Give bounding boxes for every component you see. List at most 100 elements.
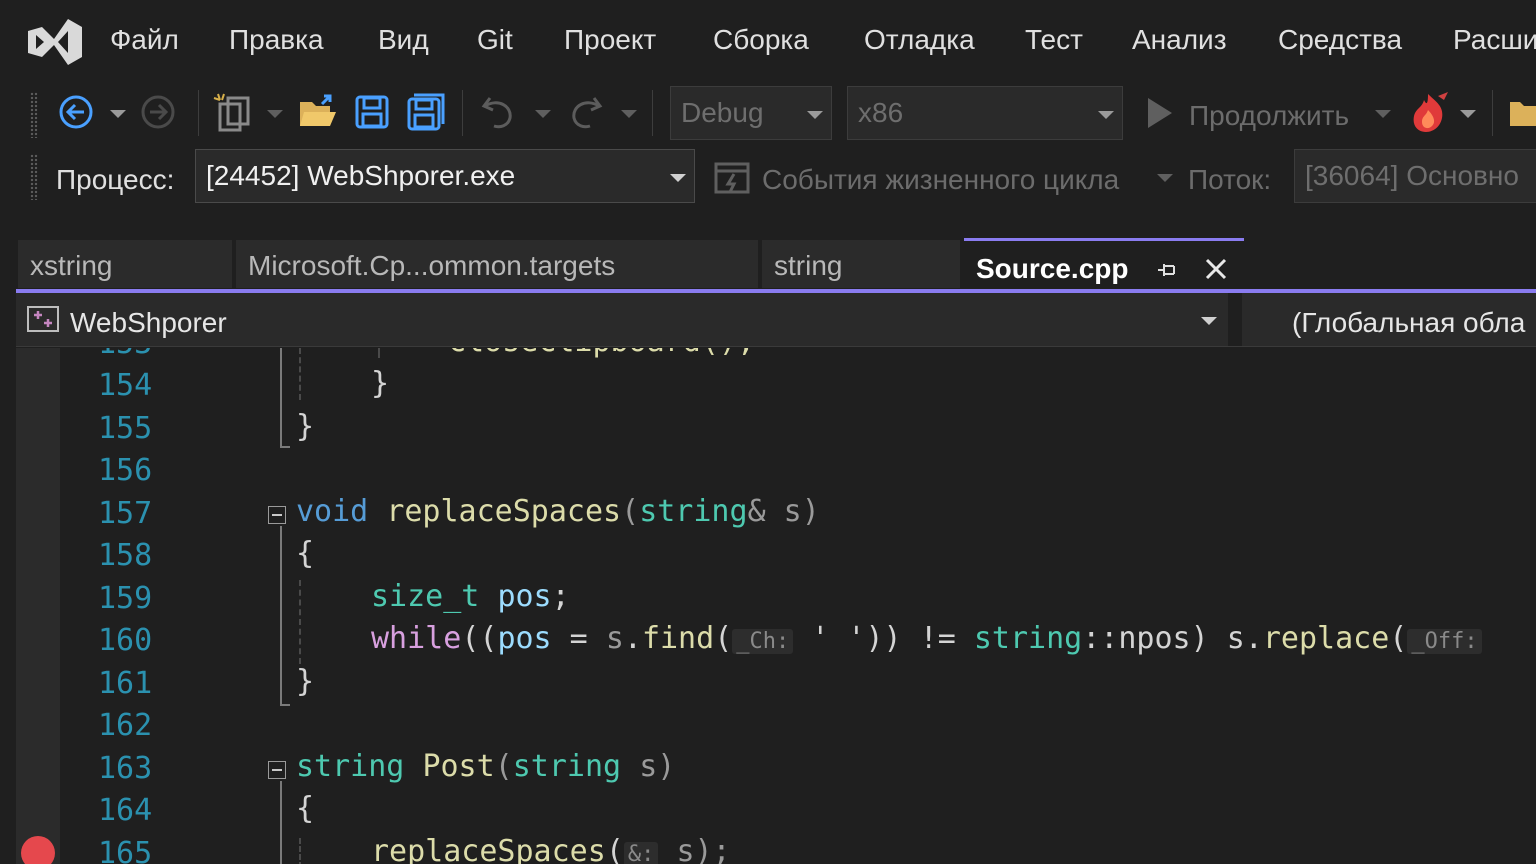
- outline-bracket: [280, 526, 282, 704]
- tab-label: Microsoft.Cp...ommon.targets: [248, 250, 616, 281]
- code-line-161: }: [296, 664, 314, 699]
- navigation-bar: WebShporer (Глобальная обла: [16, 293, 1536, 347]
- debug-location-toolbar: Процесс: [24452] WebShporer.exe События …: [0, 146, 1536, 212]
- code-token: size_t: [371, 579, 480, 614]
- toolbar-grip[interactable]: [30, 92, 38, 138]
- cpp-project-icon: [27, 306, 59, 332]
- code-token: replaceSpaces: [371, 834, 606, 864]
- code-token: {: [296, 791, 315, 826]
- code-line-165: replaceSpaces(&: s);: [371, 834, 731, 864]
- back-arrow-icon[interactable]: [58, 94, 94, 130]
- chevron-down-icon: [1201, 317, 1217, 325]
- inline-parameter-hint: _Ch:: [732, 629, 794, 654]
- menu-extensions[interactable]: Расши: [1453, 24, 1536, 56]
- line-number: 161: [98, 666, 153, 701]
- tab-label: xstring: [30, 250, 113, 281]
- process-dropdown[interactable]: [24452] WebShporer.exe: [195, 149, 695, 203]
- toolbar-separator: [462, 90, 463, 136]
- scope-dropdown[interactable]: (Глобальная обла: [1242, 293, 1536, 346]
- solution-configuration-dropdown[interactable]: Debug: [670, 86, 832, 140]
- menu-bar: Файл Правка Вид Git Проект Сборка Отладк…: [0, 0, 1536, 84]
- project-name: WebShporer: [70, 307, 227, 338]
- lifecycle-events-caret[interactable]: [1157, 174, 1173, 182]
- new-item-dropdown-caret[interactable]: [267, 110, 283, 118]
- navbar-divider: [1228, 293, 1242, 346]
- code-token: ' ': [811, 621, 866, 656]
- code-token: s);: [676, 834, 731, 864]
- continue-dropdown-caret[interactable]: [1375, 110, 1391, 118]
- collapse-region-icon[interactable]: [268, 506, 286, 524]
- thread-dropdown[interactable]: [36064] Основно: [1294, 149, 1536, 203]
- thread-label: Поток:: [1188, 164, 1272, 195]
- code-token: }: [371, 366, 390, 401]
- continue-button-label[interactable]: Продолжить: [1189, 100, 1349, 132]
- redo-dropdown-caret[interactable]: [621, 110, 637, 118]
- breakpoint-marker[interactable]: [21, 836, 55, 864]
- folder-icon[interactable]: [1508, 94, 1536, 130]
- tab-string[interactable]: string: [762, 240, 960, 288]
- menu-debug[interactable]: Отладка: [864, 24, 975, 56]
- collapse-region-icon[interactable]: [268, 761, 286, 779]
- undo-icon[interactable]: [480, 94, 518, 130]
- menu-project[interactable]: Проект: [564, 24, 656, 56]
- close-icon[interactable]: [1204, 257, 1228, 281]
- lifecycle-events-icon[interactable]: [714, 160, 750, 196]
- toolbar-separator: [1492, 90, 1493, 136]
- line-number: 157: [98, 496, 153, 531]
- code-token: pos: [497, 579, 552, 614]
- play-icon[interactable]: [1144, 96, 1174, 130]
- hot-reload-dropdown-caret[interactable]: [1460, 110, 1476, 118]
- code-token: {: [296, 536, 315, 571]
- tab-label: string: [774, 250, 843, 281]
- menu-view[interactable]: Вид: [378, 24, 429, 56]
- save-icon[interactable]: [354, 94, 390, 130]
- code-line-154: }: [371, 366, 389, 401]
- outline-bracket: [280, 348, 282, 446]
- solution-platform-dropdown[interactable]: x86: [847, 86, 1123, 140]
- hot-reload-flame-icon[interactable]: [1408, 90, 1452, 134]
- line-number: 164: [98, 793, 153, 828]
- toolbar-grip[interactable]: [30, 154, 38, 200]
- tab-microsoft-cpp-common-targets[interactable]: Microsoft.Cp...ommon.targets: [236, 240, 758, 288]
- code-line-153: CloseClipboard();: [448, 348, 755, 359]
- line-number: 153: [98, 348, 198, 361]
- lifecycle-events-label[interactable]: События жизненного цикла: [762, 164, 1119, 196]
- code-token: ) s.: [1190, 621, 1263, 656]
- code-token: }: [296, 409, 315, 444]
- menu-build[interactable]: Сборка: [713, 24, 809, 56]
- tab-xstring[interactable]: xstring: [18, 240, 232, 288]
- menu-tools[interactable]: Средства: [1278, 24, 1402, 56]
- pin-icon[interactable]: [1156, 259, 1178, 281]
- outline-bracket-end: [280, 704, 290, 706]
- code-token: ::npos: [1082, 621, 1191, 656]
- new-item-icon[interactable]: [212, 92, 256, 134]
- save-all-icon[interactable]: [406, 92, 446, 132]
- redo-icon[interactable]: [566, 94, 604, 130]
- visual-studio-logo[interactable]: [28, 17, 82, 67]
- menu-analyze[interactable]: Анализ: [1132, 24, 1227, 56]
- forward-arrow-icon[interactable]: [140, 94, 176, 130]
- menu-test[interactable]: Тест: [1025, 24, 1083, 56]
- code-token: s): [639, 749, 676, 784]
- menu-file[interactable]: Файл: [110, 24, 179, 56]
- project-dropdown[interactable]: WebShporer: [16, 293, 1228, 346]
- indent-guide: [299, 580, 301, 664]
- code-token: string: [512, 749, 622, 784]
- tab-source-cpp[interactable]: Source.cpp: [964, 238, 1244, 290]
- code-line-160: while((pos = s.find(_Ch: ' ')) != string…: [371, 621, 1482, 656]
- undo-dropdown-caret[interactable]: [535, 110, 551, 118]
- line-number: 158: [98, 538, 153, 573]
- scope-value: (Глобальная обла: [1292, 307, 1526, 338]
- breakpoint-glyph-margin[interactable]: [16, 348, 60, 864]
- menu-git[interactable]: Git: [477, 24, 513, 56]
- thread-value: [36064] Основно: [1305, 160, 1519, 191]
- code-editor[interactable]: 153 154 155 156 157 158 159 160 161 162 …: [16, 348, 1536, 864]
- open-folder-icon[interactable]: [298, 94, 338, 130]
- menu-edit[interactable]: Правка: [229, 24, 324, 56]
- back-dropdown-caret[interactable]: [110, 110, 126, 118]
- chevron-down-icon: [807, 111, 823, 119]
- chevron-down-icon: [670, 174, 686, 182]
- toolbar-separator: [198, 90, 199, 136]
- toolbar-separator: [652, 90, 653, 136]
- line-number: 160: [98, 623, 153, 658]
